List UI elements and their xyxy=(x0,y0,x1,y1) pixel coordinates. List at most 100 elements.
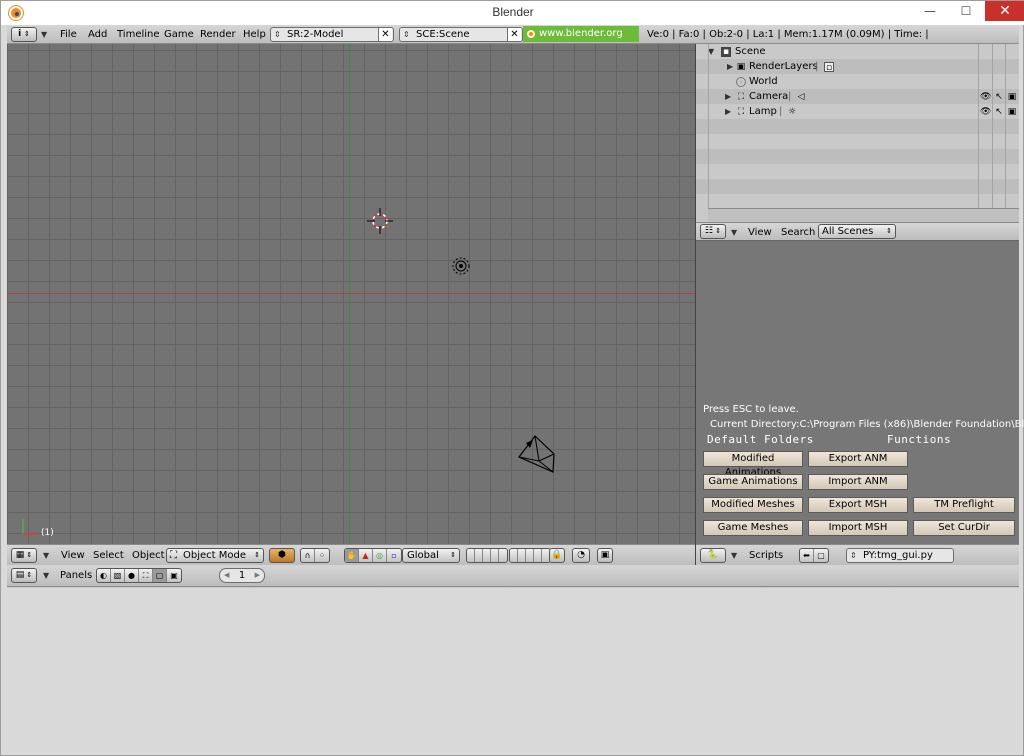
scene-selector[interactable]: ⇕ SCE:Scene ✕ xyxy=(399,27,523,42)
menu-scripts[interactable]: Scripts xyxy=(749,546,783,565)
outliner-row-renderlayers[interactable]: ▶ ▣ RenderLayers | ▫ xyxy=(696,59,1019,74)
menu-view[interactable]: View xyxy=(61,546,85,565)
layer-snap-icon[interactable]: ⁘ xyxy=(315,549,329,562)
script-selector[interactable]: ⇕ PY:tmg_gui.py xyxy=(846,548,954,563)
editing-icon[interactable]: ▢ xyxy=(153,569,167,582)
orientation-selector[interactable]: Global ⇕ xyxy=(402,548,460,563)
import-msh-button[interactable]: Import MSH xyxy=(808,520,908,536)
render-toggle-icon[interactable]: ▣ xyxy=(1007,92,1017,102)
menu-object[interactable]: Object xyxy=(132,546,165,565)
rotate-icon[interactable]: ◎ xyxy=(373,549,387,562)
menu-search[interactable]: Search xyxy=(781,223,815,242)
script-window-type-button[interactable]: 🐍 xyxy=(700,548,726,563)
frame-number-field[interactable]: ◀ 1 ▶ xyxy=(219,568,265,583)
layer-9[interactable] xyxy=(534,549,542,562)
lamp-data-icon[interactable]: ☼ xyxy=(787,107,797,117)
close-button[interactable]: ✕ xyxy=(985,1,1024,21)
python-icon: 🐍 xyxy=(707,550,719,560)
render-toggle-icon[interactable]: ▣ xyxy=(1007,107,1017,117)
game-meshes-button[interactable]: Game Meshes xyxy=(703,520,803,536)
collapse-menu-icon[interactable]: ▼ xyxy=(731,228,737,237)
render-icon[interactable]: ▣ xyxy=(597,548,613,563)
shading-icon[interactable]: ● xyxy=(125,569,139,582)
back-arrow-icon[interactable]: ⬅ xyxy=(800,549,814,562)
layer-4[interactable] xyxy=(491,549,499,562)
info-window-type-button[interactable]: i ⇕ xyxy=(11,27,37,42)
3d-window-type-button[interactable]: ▦ ⇕ xyxy=(11,548,37,563)
scale-icon[interactable]: ▫ xyxy=(387,549,401,562)
select-arrow-icon[interactable]: ↖ xyxy=(994,92,1004,102)
expand-right-icon[interactable]: ▶ xyxy=(727,59,733,74)
3d-cursor-icon[interactable] xyxy=(365,206,395,236)
layer-6[interactable] xyxy=(510,549,518,562)
camera-object-icon[interactable] xyxy=(515,432,559,476)
buttons-window-type-button[interactable]: ▤ ⇕ xyxy=(11,568,37,583)
lamp-object-icon[interactable] xyxy=(451,256,471,276)
mode-selector[interactable]: ⛶ Object Mode ⇕ xyxy=(166,548,264,563)
layer-1[interactable] xyxy=(467,549,475,562)
outliner-window-type-button[interactable]: ☷ ⇕ xyxy=(700,224,726,239)
menu-timeline[interactable]: Timeline xyxy=(117,25,160,44)
collapse-menu-icon[interactable]: ▼ xyxy=(731,551,737,560)
outliner-row-world[interactable]: · World xyxy=(696,74,1019,89)
object-icon[interactable]: ⛶ xyxy=(139,569,153,582)
modified-meshes-button[interactable]: Modified Meshes xyxy=(703,497,803,513)
expand-right-icon[interactable]: ▶ xyxy=(725,89,731,104)
tm-preflight-button[interactable]: TM Preflight xyxy=(913,497,1015,513)
scene-icon[interactable]: ▣ xyxy=(167,569,181,582)
outliner[interactable]: ▼ ▪ Scene ▶ ▣ RenderLayers | ▫ · World ▶… xyxy=(696,44,1019,222)
export-anm-button[interactable]: Export ANM xyxy=(808,451,908,467)
render-preview-icon[interactable]: ◔ xyxy=(572,548,590,563)
lock-icon[interactable]: 🔒 xyxy=(549,548,565,563)
fullscreen-icon[interactable]: ▢ xyxy=(814,549,828,562)
collapse-menu-icon[interactable]: ▼ xyxy=(43,571,49,580)
layer-8[interactable] xyxy=(526,549,534,562)
modified-animations-button[interactable]: Modified Animations xyxy=(703,451,803,478)
export-msh-button[interactable]: Export MSH xyxy=(808,497,908,513)
outliner-row-lamp[interactable]: ▶ ⛶ Lamp | ☼ 👁 ↖ ▣ xyxy=(696,104,1019,119)
decrement-icon[interactable]: ◀ xyxy=(224,569,229,582)
3d-viewport[interactable]: (1) xyxy=(7,44,695,544)
layer-3[interactable] xyxy=(483,549,491,562)
collapse-menu-icon[interactable]: ▼ xyxy=(41,30,47,39)
outliner-row-camera[interactable]: ▶ ⛶ Camera | ◁ 👁 ↖ ▣ xyxy=(696,89,1019,104)
hand-icon[interactable]: ✋ xyxy=(345,549,359,562)
layer-buttons-2[interactable] xyxy=(509,548,551,563)
delete-scene-button[interactable]: ✕ xyxy=(507,28,521,41)
outliner-row-scene[interactable]: ▼ ▪ Scene xyxy=(696,44,1019,59)
minimize-button[interactable]: — xyxy=(915,1,945,21)
menu-game[interactable]: Game xyxy=(164,25,194,44)
increment-icon[interactable]: ▶ xyxy=(255,569,260,582)
script-icon[interactable]: ▧ xyxy=(111,569,125,582)
render-icon[interactable]: ▫ xyxy=(824,62,834,73)
layer-5[interactable] xyxy=(499,549,507,562)
layer-7[interactable] xyxy=(518,549,526,562)
logic-icon[interactable]: ◐ xyxy=(97,569,111,582)
maximize-button[interactable]: ☐ xyxy=(951,1,981,21)
layer-2[interactable] xyxy=(475,549,483,562)
delete-screen-button[interactable]: ✕ xyxy=(378,28,392,41)
draw-type-button[interactable]: ⬢ xyxy=(269,548,295,563)
select-arrow-icon[interactable]: ↖ xyxy=(994,107,1004,117)
visibility-eye-icon[interactable]: 👁 xyxy=(980,92,991,102)
game-animations-button[interactable]: Game Animations xyxy=(703,474,803,490)
screen-selector[interactable]: ⇕ SR:2-Model ✕ xyxy=(270,27,394,42)
menu-file[interactable]: File xyxy=(60,25,77,44)
menu-view[interactable]: View xyxy=(748,223,772,242)
camera-data-icon[interactable]: ◁ xyxy=(796,92,806,102)
set-curdir-button[interactable]: Set CurDir xyxy=(913,520,1015,536)
import-anm-button[interactable]: Import ANM xyxy=(808,474,908,490)
outliner-scrollbar[interactable] xyxy=(708,208,1019,222)
collapse-menu-icon[interactable]: ▼ xyxy=(43,551,49,560)
magnet-icon[interactable]: ∩ xyxy=(301,549,315,562)
blender-url-link[interactable]: www.blender.org 249.2 xyxy=(523,26,639,55)
visibility-eye-icon[interactable]: 👁 xyxy=(980,107,991,117)
menu-help[interactable]: Help xyxy=(243,25,266,44)
display-scenes-selector[interactable]: All Scenes ⇕ xyxy=(818,224,896,239)
menu-render[interactable]: Render xyxy=(200,25,236,44)
expand-right-icon[interactable]: ▶ xyxy=(725,104,731,119)
layer-buttons-1[interactable] xyxy=(466,548,508,563)
menu-add[interactable]: Add xyxy=(88,25,107,44)
translate-icon[interactable]: ▲ xyxy=(359,549,373,562)
menu-select[interactable]: Select xyxy=(93,546,124,565)
